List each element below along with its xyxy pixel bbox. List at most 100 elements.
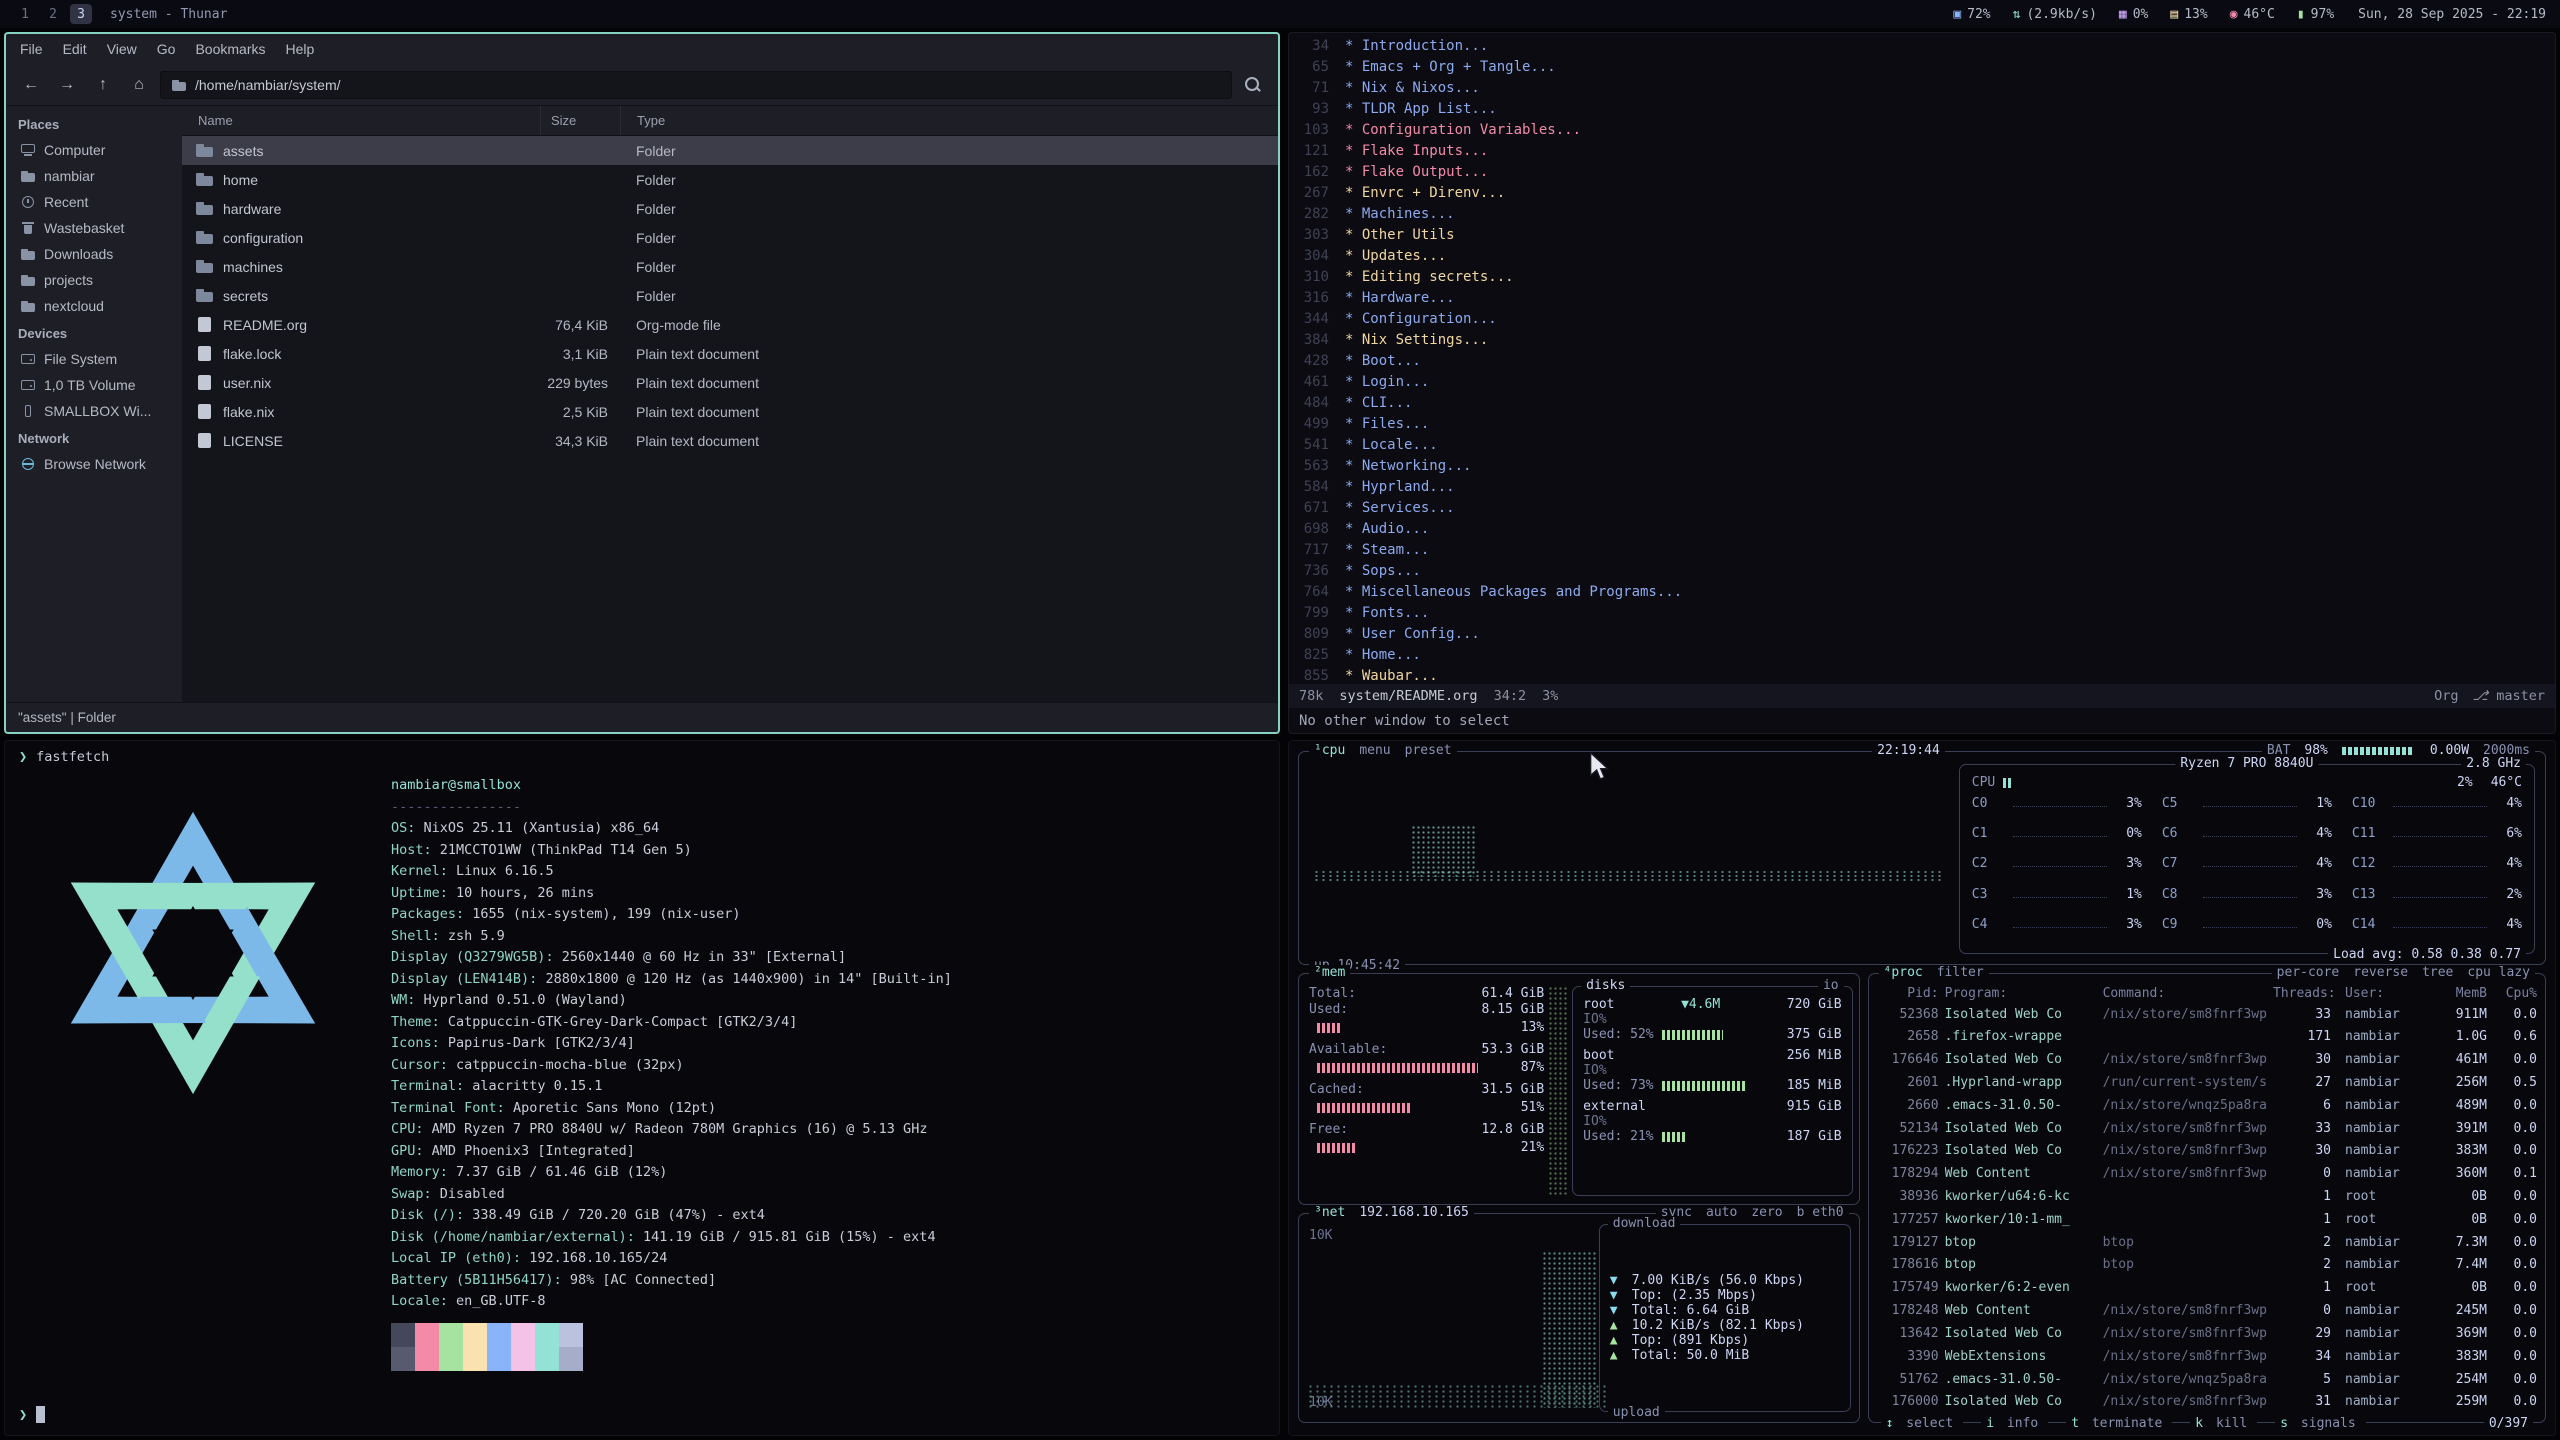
sidebar-item[interactable]: Downloads [6,241,182,267]
proc-header-command[interactable]: Command: [2103,986,2267,1001]
proc-header-pid[interactable]: Pid: [1877,986,1939,1001]
proc-option-toggle[interactable]: cpu lazy [2467,965,2530,980]
sidebar-item[interactable]: File System [6,346,182,372]
process-row[interactable]: 178248 Web Content /nix/store/sm8fnrf3wp… [1877,1301,2537,1321]
process-row[interactable]: 3390 WebExtensions /nix/store/sm8fnrf3wp… [1877,1346,2537,1366]
forward-button[interactable]: → [52,71,82,99]
process-row[interactable]: 2601 .Hyprland-wrapp /run/current-system… [1877,1072,2537,1092]
core-name: C6 [2162,826,2198,841]
process-row[interactable]: 178616 btop btop 2 nambiar 7.4M 0.0 [1877,1255,2537,1275]
status-module: 13% [2170,7,2207,22]
core-percent: 4% [2302,826,2332,841]
mem-label: Used: [1309,1002,1348,1017]
process-cpu: 0.0 [2493,1189,2537,1204]
proc-box-title[interactable]: ⁴proc [1884,965,1923,980]
proc-option-toggle[interactable]: per-core [2277,965,2340,980]
sidebar-item[interactable]: nambiar [6,163,182,189]
proc-option-toggle[interactable]: tree [2422,965,2453,980]
proc-option-toggle[interactable]: reverse [2353,965,2408,980]
proc-header-cpu[interactable]: Cpu% [2493,986,2537,1001]
path-bar[interactable]: /home/nambiar/system/ [160,71,1232,99]
process-row[interactable]: 2658 .firefox-wrappe 171 nambiar 1.0G 0.… [1877,1027,2537,1047]
hint-signals[interactable]: s signals [2275,1416,2365,1431]
shell-prompt[interactable]: ❯ [19,1406,45,1423]
column-header-type[interactable]: Type [620,106,1278,135]
net-toggle[interactable]: auto [1706,1205,1737,1220]
column-header-size[interactable]: Size [540,106,620,135]
sidebar-item[interactable]: Recent [6,189,182,215]
workspace-button[interactable]: 1 [14,4,36,24]
file-row[interactable]: secrets Folder [182,281,1278,310]
process-row[interactable]: 2660 .emacs-31.0.50- /nix/store/wnqz5pa8… [1877,1095,2537,1115]
net-toggle[interactable]: zero [1751,1205,1782,1220]
process-row[interactable]: 175749 kworker/6:2-even 1 root 0B 0.0 [1877,1278,2537,1298]
file-row[interactable]: assets Folder [182,136,1278,165]
process-row[interactable]: 38936 kworker/u64:6-kc 1 root 0B 0.0 [1877,1187,2537,1207]
file-row[interactable]: hardware Folder [182,194,1278,223]
menu-item[interactable]: View [97,37,147,61]
filter-button[interactable]: filter [1937,965,1984,980]
menu-button[interactable]: menu [1359,743,1390,758]
menu-item[interactable]: Bookmarks [185,37,275,61]
column-header-name[interactable]: Name [182,113,540,128]
menu-item[interactable]: Go [147,37,186,61]
file-row[interactable]: configuration Folder [182,223,1278,252]
home-button[interactable]: ⌂ [124,71,154,99]
file-row[interactable]: machines Folder [182,252,1278,281]
hint-terminate[interactable]: t terminate [2066,1416,2172,1431]
mouse-cursor [1588,752,1610,782]
sidebar-item[interactable]: 1,0 TB Volume [6,372,182,398]
process-row[interactable]: 176646 Isolated Web Co /nix/store/sm8fnr… [1877,1050,2537,1070]
process-row[interactable]: 176000 Isolated Web Co /nix/store/sm8fnr… [1877,1392,2537,1412]
workspace-button[interactable]: 2 [42,4,64,24]
process-row[interactable]: 13642 Isolated Web Co /nix/store/sm8fnrf… [1877,1323,2537,1343]
preset-button[interactable]: preset [1405,743,1452,758]
process-row[interactable]: 179127 btop btop 2 nambiar 7.3M 0.0 [1877,1232,2537,1252]
hint-kill[interactable]: k kill [2190,1416,2257,1431]
process-row[interactable]: 52368 Isolated Web Co /nix/store/sm8fnrf… [1877,1004,2537,1024]
menu-item[interactable]: Edit [53,37,97,61]
menu-item[interactable]: File [10,37,53,61]
process-row[interactable]: 52134 Isolated Web Co /nix/store/sm8fnrf… [1877,1118,2537,1138]
workspace-button[interactable]: 3 [70,4,92,24]
sidebar-item[interactable]: Computer [6,137,182,163]
file-row[interactable]: README.org 76,4 KiB Org-mode file [182,310,1278,339]
disks-title[interactable]: disks [1586,978,1625,993]
sidebar-item[interactable]: projects [6,267,182,293]
disks-io-toggle[interactable]: io [1823,978,1839,993]
file-row[interactable]: user.nix 229 bytes Plain text document [182,368,1278,397]
fastfetch-terminal[interactable]: ❯ fastfetch nambiar@smallbox -----------… [4,740,1280,1436]
process-row[interactable]: 176223 Isolated Web Co /nix/store/sm8fnr… [1877,1141,2537,1161]
download-label: download [1613,1216,1676,1231]
file-name: README.org [223,317,307,333]
file-row[interactable]: home Folder [182,165,1278,194]
sidebar-item[interactable]: SMALLBOX Wi... [6,398,182,424]
sidebar-item[interactable]: nextcloud [6,293,182,319]
sidebar-item[interactable]: Browse Network [6,451,182,477]
org-heading-line: 428 * Boot... [1289,351,2555,372]
proc-header-program[interactable]: Program: [1945,986,2097,1001]
sidebar-item[interactable]: Wastebasket [6,215,182,241]
net-toggle[interactable]: b eth0 [1797,1205,1844,1220]
net-box-title[interactable]: ³net [1314,1205,1345,1220]
proc-header-threads[interactable]: Threads: [2273,986,2331,1001]
hint-select[interactable]: ↕ select [1881,1416,1964,1431]
back-button[interactable]: ← [16,71,46,99]
process-row[interactable]: 51762 .emacs-31.0.50- /nix/store/wnqz5pa… [1877,1369,2537,1389]
org-heading-line: 825 * Home... [1289,645,2555,666]
search-icon[interactable] [1238,71,1268,99]
fetch-info-value: 2560x1440 @ 60 Hz in 33" [External] [562,949,846,965]
proc-header-user[interactable]: User: [2337,986,2423,1001]
process-row[interactable]: 178294 Web Content /nix/store/sm8fnrf3wp… [1877,1164,2537,1184]
up-button[interactable]: ↑ [88,71,118,99]
process-cpu: 0.0 [2493,1121,2537,1136]
file-row[interactable]: flake.lock 3,1 KiB Plain text document [182,339,1278,368]
file-row[interactable]: flake.nix 2,5 KiB Plain text document [182,397,1278,426]
file-row[interactable]: LICENSE 34,3 KiB Plain text document [182,426,1278,455]
proc-header-mem[interactable]: MemB [2429,986,2487,1001]
cpu-box-title[interactable]: ¹cpu [1314,743,1345,758]
process-row[interactable]: 177257 kworker/10:1-mm_ 1 root 0B 0.0 [1877,1209,2537,1229]
mem-box-title[interactable]: ²mem [1314,965,1345,980]
hint-info[interactable]: i info [1981,1416,2048,1431]
menu-item[interactable]: Help [276,37,325,61]
